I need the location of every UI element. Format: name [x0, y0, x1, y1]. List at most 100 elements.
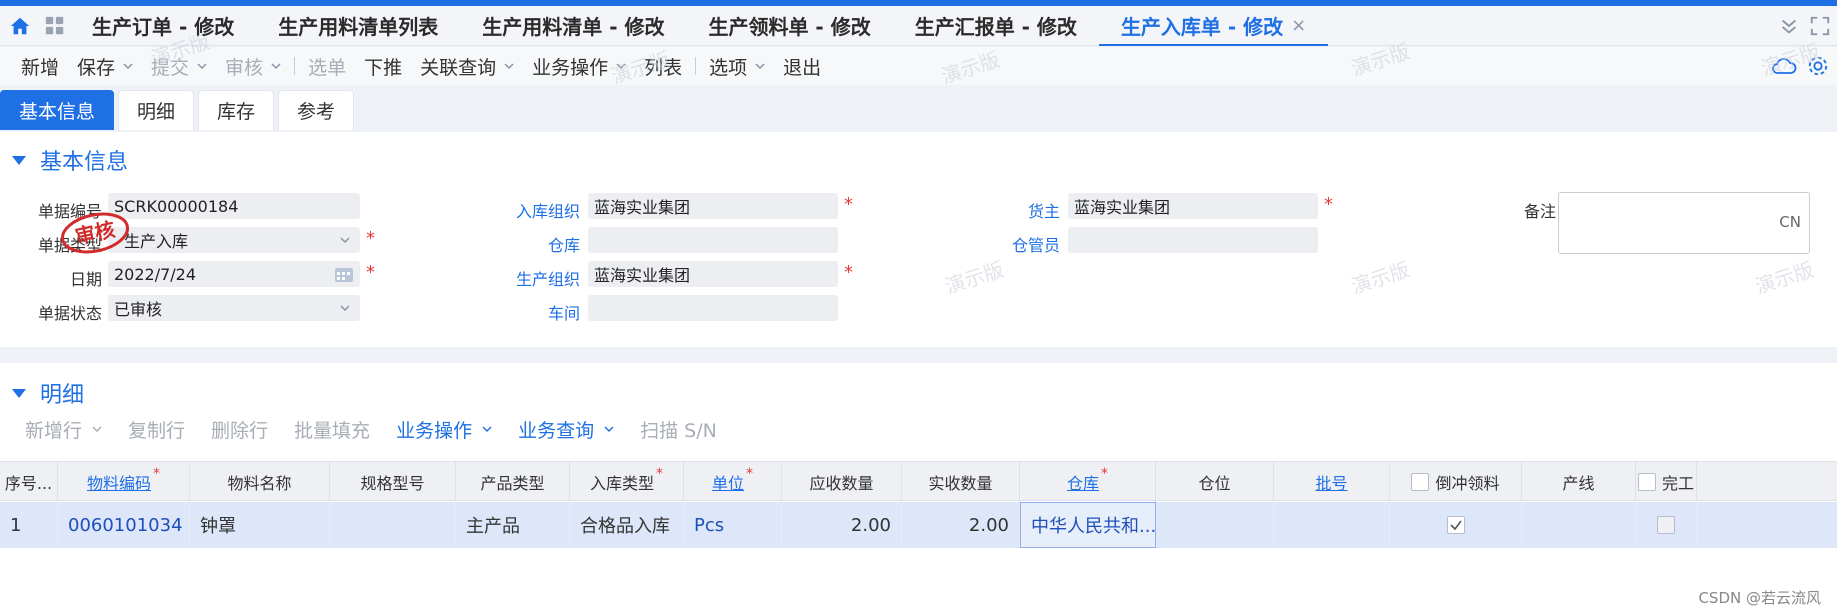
table-cell[interactable]: 钟罩: [190, 502, 330, 548]
table-cell[interactable]: 2.00: [902, 502, 1020, 548]
column-header[interactable]: 入库类型 *: [570, 462, 684, 502]
chevron-down-icon[interactable]: [755, 61, 765, 71]
status-select[interactable]: 已审核: [108, 295, 360, 321]
column-header[interactable]: 倒冲领料: [1390, 462, 1522, 502]
column-header[interactable]: 批号: [1274, 462, 1390, 502]
tab-bom-list[interactable]: 生产用料清单列表: [256, 6, 460, 46]
detail-toolbar-button[interactable]: 删除行: [198, 416, 281, 443]
table-cell[interactable]: [330, 502, 456, 548]
toolbar-button[interactable]: 业务操作: [523, 47, 635, 85]
column-header[interactable]: 产品类型: [456, 462, 570, 502]
calendar-icon[interactable]: [334, 265, 354, 283]
detail-toolbar-button[interactable]: 批量填充: [281, 416, 383, 443]
detail-toolbar-button[interactable]: 业务操作: [383, 416, 505, 443]
table-cell[interactable]: [1390, 502, 1522, 548]
column-header[interactable]: 物料名称: [190, 462, 330, 502]
table-cell[interactable]: [1636, 502, 1697, 548]
prd-org-field[interactable]: 蓝海实业集团: [588, 261, 838, 287]
detail-toolbar-button[interactable]: 新增行: [12, 416, 115, 443]
table-cell[interactable]: [1522, 502, 1636, 548]
table-cell[interactable]: [1156, 502, 1274, 548]
table-cell[interactable]: 0060101034: [58, 502, 190, 548]
table-cell[interactable]: Pcs: [684, 502, 782, 548]
column-header[interactable]: 应收数量: [782, 462, 902, 502]
toolbar-button[interactable]: 选项: [700, 47, 774, 85]
chevron-down-icon[interactable]: [604, 424, 614, 434]
table-cell[interactable]: 合格品入库: [570, 502, 684, 548]
subtab-detail[interactable]: 明细: [118, 90, 195, 130]
tab-picking-edit[interactable]: 生产领料单 - 修改: [686, 6, 892, 46]
home-icon[interactable]: [0, 6, 40, 46]
chevron-down-icon[interactable]: [271, 61, 281, 71]
collapse-triangle-icon[interactable]: [12, 388, 26, 398]
chevron-down-icon[interactable]: [197, 61, 207, 71]
owner-field[interactable]: 蓝海实业集团: [1068, 193, 1318, 219]
workshop-field[interactable]: [588, 295, 838, 321]
column-header[interactable]: 仓库 *: [1020, 462, 1156, 502]
column-checkbox[interactable]: [1411, 473, 1430, 491]
toolbar-button[interactable]: 列表: [635, 47, 691, 85]
tab-bom-edit[interactable]: 生产用料清单 - 修改: [460, 6, 686, 46]
cloud-icon[interactable]: [1761, 56, 1807, 76]
warehouse-label[interactable]: 仓库: [500, 232, 580, 256]
fullscreen-icon[interactable]: [1809, 15, 1837, 37]
basic-info-section-header[interactable]: 基本信息: [12, 144, 128, 176]
keeper-field[interactable]: [1068, 227, 1318, 253]
toolbar-button[interactable]: 保存: [68, 47, 142, 85]
tab-instock-edit[interactable]: 生产入库单 - 修改 ×: [1098, 6, 1329, 46]
backflush-checkbox[interactable]: [1446, 516, 1465, 534]
stock-org-label[interactable]: 入库组织: [500, 198, 580, 222]
chevron-down-icon[interactable]: [504, 61, 514, 71]
column-header[interactable]: 实收数量: [902, 462, 1020, 502]
column-header[interactable]: 物料编码 *: [58, 462, 190, 502]
warehouse-field[interactable]: [588, 227, 838, 253]
chevron-down-icon[interactable]: [123, 61, 133, 71]
subtab-basic-info[interactable]: 基本信息: [0, 90, 115, 130]
settings-gear-icon[interactable]: [1807, 55, 1837, 77]
detail-toolbar-button[interactable]: 复制行: [115, 416, 198, 443]
collapse-triangle-icon[interactable]: [12, 155, 26, 165]
column-header[interactable]: 规格型号: [330, 462, 456, 502]
subtab-inventory[interactable]: 库存: [198, 90, 275, 130]
language-indicator[interactable]: CN: [1779, 213, 1801, 231]
column-header[interactable]: 单位 *: [684, 462, 782, 502]
remark-textarea[interactable]: CN: [1558, 192, 1810, 254]
table-row[interactable]: 1 0060101034 钟罩 主产品 合格品入库 Pcs 2.00 2.00 中华人民共和..…: [0, 502, 1837, 548]
stock-org-field[interactable]: 蓝海实业集团: [588, 193, 838, 219]
workshop-label[interactable]: 车间: [500, 300, 580, 324]
toolbar-button[interactable]: 选单: [299, 47, 355, 85]
date-field[interactable]: 2022/7/24: [108, 261, 360, 287]
chevron-down-icon[interactable]: [92, 424, 102, 434]
table-cell[interactable]: 主产品: [456, 502, 570, 548]
owner-label[interactable]: 货主: [980, 198, 1060, 222]
table-cell[interactable]: 1: [0, 502, 58, 548]
column-header[interactable]: 完工: [1636, 462, 1697, 502]
column-header[interactable]: 序号...: [0, 462, 58, 502]
table-cell[interactable]: 2.00: [782, 502, 902, 548]
toolbar-button[interactable]: 提交: [142, 47, 216, 85]
detail-section-header[interactable]: 明细: [12, 377, 84, 409]
toolbar-button[interactable]: 审核: [216, 47, 290, 85]
keeper-label[interactable]: 仓管员: [980, 232, 1060, 256]
column-header[interactable]: 仓位: [1156, 462, 1274, 502]
bill-type-select[interactable]: 生产入库: [108, 227, 360, 253]
chevron-down-icon[interactable]: [482, 424, 492, 434]
prd-org-label[interactable]: 生产组织: [500, 266, 580, 290]
toolbar-button[interactable]: 新增: [12, 47, 68, 85]
bill-no-field[interactable]: SCRK00000184: [108, 193, 360, 219]
toolbar-button[interactable]: 关联查询: [411, 47, 523, 85]
apps-grid-icon[interactable]: [40, 6, 70, 46]
table-cell[interactable]: [1274, 502, 1390, 548]
detail-toolbar-button[interactable]: 业务查询: [505, 416, 627, 443]
detail-toolbar-button[interactable]: 扫描 S/N: [627, 416, 730, 443]
column-checkbox[interactable]: [1637, 473, 1656, 491]
finished-checkbox[interactable]: [1657, 516, 1675, 534]
tab-production-order[interactable]: 生产订单 - 修改: [70, 6, 256, 46]
toolbar-button[interactable]: 退出: [774, 47, 830, 85]
subtab-reference[interactable]: 参考: [278, 90, 355, 130]
column-header[interactable]: 产线: [1522, 462, 1636, 502]
tab-report-edit[interactable]: 生产汇报单 - 修改: [893, 6, 1099, 46]
close-tab-icon[interactable]: ×: [1291, 15, 1306, 36]
collapse-tabs-icon[interactable]: [1769, 15, 1809, 37]
chevron-down-icon[interactable]: [616, 61, 626, 71]
